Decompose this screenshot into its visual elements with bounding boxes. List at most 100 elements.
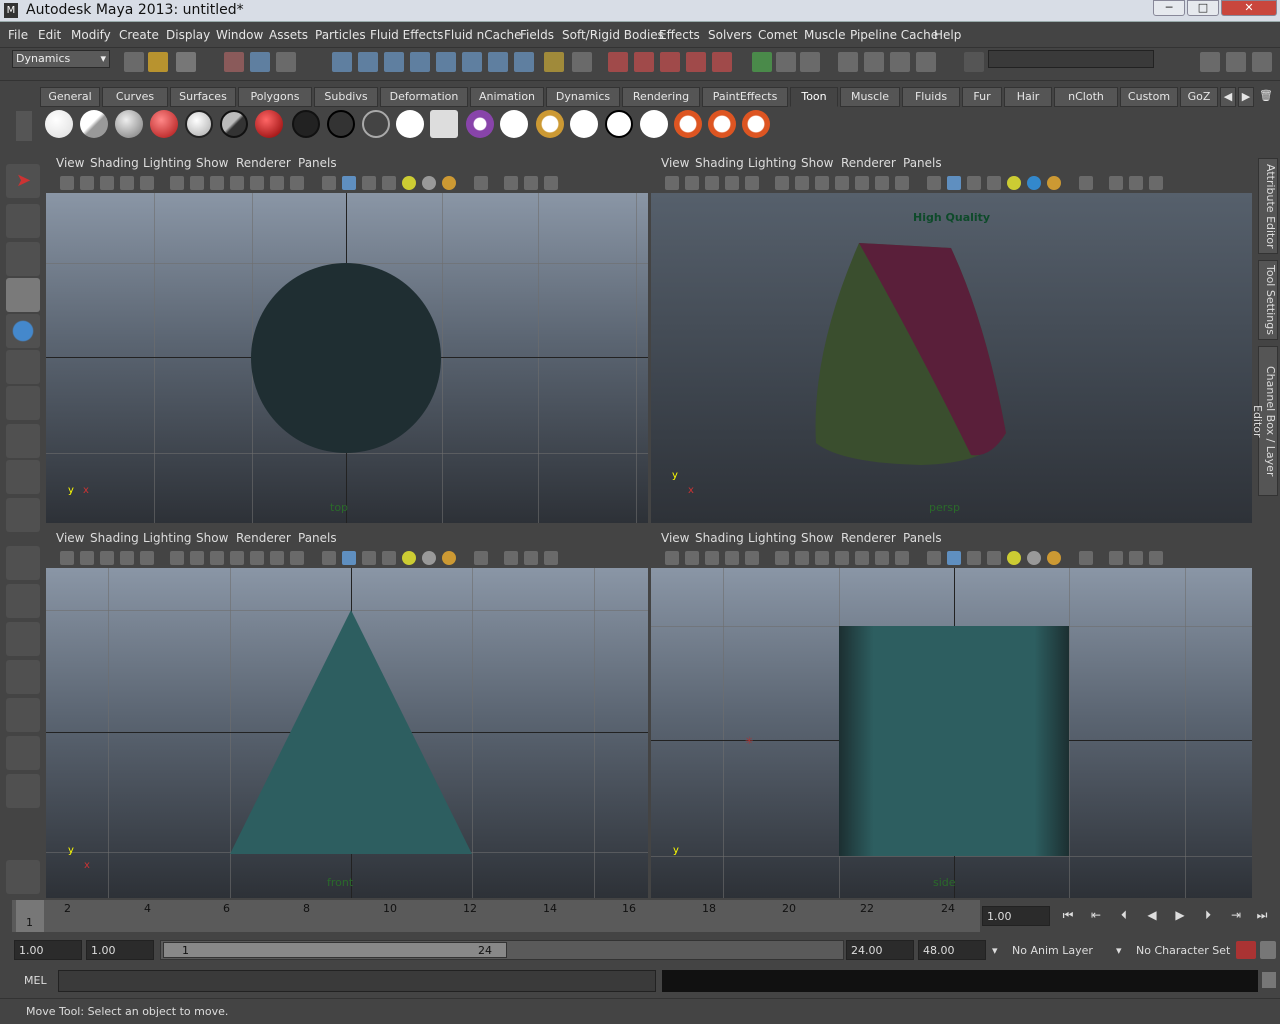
open-scene-icon[interactable]	[148, 52, 168, 72]
2d-pan-zoom-icon[interactable]	[745, 176, 759, 190]
tab-general[interactable]: General	[40, 87, 100, 107]
step-forward-frame-icon[interactable]: ⏵	[1198, 908, 1218, 924]
vp-menu-panels[interactable]: Panels	[298, 156, 337, 170]
camera-attributes-icon[interactable]	[80, 551, 94, 565]
playback-end-field[interactable]: 24.00	[846, 940, 914, 960]
toon-outline-dark-icon[interactable]	[327, 110, 355, 138]
snap-view-icon[interactable]	[462, 52, 482, 72]
gate-mask-icon[interactable]	[230, 551, 244, 565]
vp-menu-panels[interactable]: Panels	[903, 531, 942, 545]
select-object-icon[interactable]	[250, 52, 270, 72]
resolution-gate-icon[interactable]	[815, 551, 829, 565]
cone-top-view-shape[interactable]	[251, 263, 441, 453]
layout-outliner-persp-icon[interactable]	[6, 622, 40, 656]
close-button[interactable]: ✕	[1221, 0, 1277, 16]
tab-animation[interactable]: Animation	[470, 87, 544, 107]
animation-preferences-icon[interactable]	[1260, 941, 1276, 959]
ipr-render-icon[interactable]	[776, 52, 796, 72]
bookmark-icon[interactable]	[705, 551, 719, 565]
menu-muscle[interactable]: Muscle	[804, 28, 846, 42]
camera-select-icon[interactable]	[60, 551, 74, 565]
character-set-chevron-icon[interactable]: ▾	[1116, 944, 1122, 957]
2d-pan-zoom-icon[interactable]	[140, 176, 154, 190]
toon-fill-two-tone-icon[interactable]	[80, 110, 108, 138]
camera-select-icon[interactable]	[60, 176, 74, 190]
toon-outline-icon[interactable]	[292, 110, 320, 138]
textured-icon[interactable]	[382, 551, 396, 565]
xray-icon[interactable]	[474, 551, 488, 565]
snap-curve-icon[interactable]	[358, 52, 378, 72]
tab-goz[interactable]: GoZ	[1180, 87, 1218, 107]
snap-plane-icon[interactable]	[410, 52, 430, 72]
grid-icon[interactable]	[170, 176, 184, 190]
vp-menu-renderer[interactable]: Renderer	[236, 531, 291, 545]
menu-file[interactable]: File	[8, 28, 28, 42]
smooth-shade-icon[interactable]	[342, 551, 356, 565]
bookmark-icon[interactable]	[100, 176, 114, 190]
camera-attributes-icon[interactable]	[685, 551, 699, 565]
xray-icon[interactable]	[1079, 551, 1093, 565]
magnet-icon[interactable]	[608, 52, 628, 72]
resolution-gate-icon[interactable]	[815, 176, 829, 190]
vp-menu-renderer[interactable]: Renderer	[841, 156, 896, 170]
grid-icon[interactable]	[775, 176, 789, 190]
resolution-gate-icon[interactable]	[210, 551, 224, 565]
toon-fill-shaded-icon[interactable]	[185, 110, 213, 138]
lock-icon[interactable]	[544, 52, 564, 72]
smooth-shade-icon[interactable]	[947, 551, 961, 565]
snap-grid-icon[interactable]	[332, 52, 352, 72]
default-lighting-icon[interactable]	[402, 551, 416, 565]
toon-creases-icon[interactable]	[536, 110, 564, 138]
tab-painteffects[interactable]: PaintEffects	[702, 87, 788, 107]
soft-modification-icon[interactable]	[6, 424, 40, 458]
safe-action-icon[interactable]	[270, 551, 284, 565]
select-component-icon[interactable]	[276, 52, 296, 72]
show-manipulator-icon[interactable]	[6, 460, 40, 494]
film-gate-icon[interactable]	[190, 176, 204, 190]
soft-ik-icon[interactable]	[6, 860, 40, 894]
gate-mask-icon[interactable]	[835, 176, 849, 190]
menu-assets[interactable]: Assets	[269, 28, 308, 42]
layout-options-icon[interactable]	[6, 774, 40, 808]
two-sided-lighting-icon[interactable]	[524, 551, 538, 565]
animation-start-field[interactable]: 1.00	[14, 940, 82, 960]
hypershade-icon[interactable]	[838, 52, 858, 72]
tab-toon[interactable]: Toon	[790, 87, 838, 107]
grid-icon[interactable]	[170, 551, 184, 565]
share-icon[interactable]	[544, 176, 558, 190]
menu-create[interactable]: Create	[119, 28, 159, 42]
shelf-options-icon[interactable]	[16, 111, 32, 141]
wireframe-on-shaded-icon[interactable]	[967, 551, 981, 565]
isolate-select-icon[interactable]	[504, 176, 518, 190]
safe-action-icon[interactable]	[875, 176, 889, 190]
vp-menu-view[interactable]: View	[56, 531, 84, 545]
shelf-scroll-left-icon[interactable]: ◀	[1220, 87, 1236, 107]
range-track[interactable]: 1 24	[160, 940, 844, 960]
toon-ring-red-2-icon[interactable]	[708, 110, 736, 138]
menu-display[interactable]: Display	[166, 28, 210, 42]
mel-input[interactable]	[58, 970, 656, 992]
tab-tool-settings[interactable]: Tool Settings	[1258, 260, 1278, 340]
time-slider[interactable]: 2 4 6 8 10 12 14 16 18 20 22 24 1	[12, 900, 980, 932]
tab-curves[interactable]: Curves	[102, 87, 168, 107]
textured-icon[interactable]	[987, 176, 1001, 190]
film-gate-icon[interactable]	[795, 551, 809, 565]
range-bar[interactable]: 1 24	[163, 942, 507, 958]
current-frame-field[interactable]: 1.00	[982, 906, 1050, 926]
image-plane-icon[interactable]	[725, 176, 739, 190]
help-icon[interactable]	[514, 52, 534, 72]
camera-select-icon[interactable]	[665, 551, 679, 565]
shadows-icon[interactable]	[422, 551, 436, 565]
auto-key-icon[interactable]	[1236, 941, 1256, 959]
go-to-end-icon[interactable]: ⏭	[1252, 908, 1272, 924]
menu-fluid-effects[interactable]: Fluid Effects	[370, 28, 443, 42]
script-editor-icon[interactable]	[1262, 972, 1276, 988]
wireframe-on-shaded-icon[interactable]	[362, 551, 376, 565]
smooth-shade-icon[interactable]	[947, 176, 961, 190]
menuset-dropdown[interactable]: Dynamics ▾	[12, 50, 110, 68]
lasso-tool-icon[interactable]	[6, 204, 40, 238]
tab-dynamics[interactable]: Dynamics	[546, 87, 620, 107]
vp-menu-view[interactable]: View	[661, 531, 689, 545]
vp-menu-renderer[interactable]: Renderer	[841, 531, 896, 545]
menu-window[interactable]: Window	[216, 28, 263, 42]
